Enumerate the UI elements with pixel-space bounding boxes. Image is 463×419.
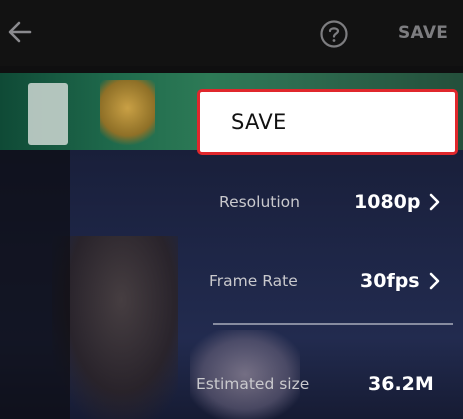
resolution-row[interactable]: Resolution 1080p — [180, 180, 463, 224]
frame-rate-value: 30fps — [360, 270, 420, 292]
video-preview-subject — [52, 236, 178, 419]
chevron-right-icon — [429, 193, 440, 211]
resolution-label: Resolution — [219, 193, 300, 211]
arrow-left-icon — [8, 21, 32, 43]
divider — [213, 323, 453, 325]
save-button-label: SAVE — [231, 110, 287, 134]
save-button[interactable]: SAVE — [197, 89, 458, 155]
export-screen: SAVE SAVE Resolution 1080p Frame Rate 30… — [0, 0, 463, 419]
frame-rate-row[interactable]: Frame Rate 30fps — [180, 259, 463, 303]
estimated-size-row: Estimated size 36.2M — [180, 362, 463, 406]
question-circle-icon — [320, 20, 348, 48]
frame-rate-label: Frame Rate — [209, 272, 298, 290]
top-bar: SAVE — [0, 0, 463, 66]
help-button[interactable] — [319, 19, 349, 49]
resolution-value: 1080p — [354, 191, 421, 213]
estimated-size-label: Estimated size — [196, 375, 310, 393]
header-save-button[interactable]: SAVE — [398, 20, 454, 46]
video-frame-thumbnail — [100, 80, 155, 150]
chevron-right-icon — [429, 272, 440, 290]
preview-shade — [0, 150, 70, 419]
back-button[interactable] — [6, 17, 34, 47]
video-frame-thumbnail — [28, 83, 68, 145]
estimated-size-value: 36.2M — [368, 373, 434, 395]
